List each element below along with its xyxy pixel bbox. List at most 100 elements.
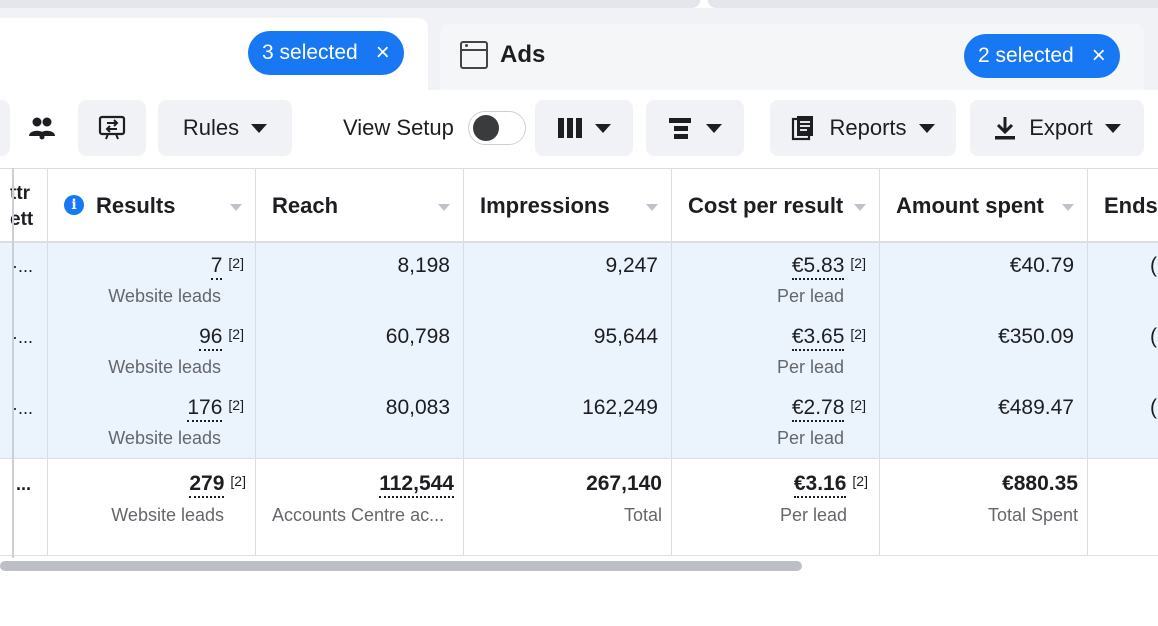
column-cell <box>1088 459 1158 555</box>
total-spent-value: €880.35 <box>1002 472 1078 495</box>
selected-count-label: 2 selected <box>978 44 1074 67</box>
columns-icon <box>558 118 582 138</box>
sort-caret-icon[interactable] <box>438 204 450 211</box>
chevron-down-icon <box>1104 123 1121 133</box>
spent-value: €40.79 <box>1009 254 1074 277</box>
view-setup-toggle[interactable] <box>467 111 526 145</box>
rules-label: Rules <box>182 115 240 140</box>
selected-count-label: 3 selected <box>262 41 358 64</box>
cost-header-label: Cost per result <box>688 193 844 218</box>
results-value[interactable]: 7 [2] <box>210 254 244 280</box>
cost-subtitle: Per lead <box>776 428 844 448</box>
close-icon[interactable]: × <box>376 41 390 65</box>
column-header-impressions[interactable]: Impressions <box>464 169 672 241</box>
selected-rows-block <box>0 243 1158 458</box>
impressions-value: 95,644 <box>593 325 658 348</box>
cost-value[interactable]: €3.65 [2] <box>791 325 866 351</box>
reach-value: 80,083 <box>385 396 450 419</box>
column-header-results[interactable]: i Results <box>48 169 256 241</box>
top-panel-edge <box>0 0 700 8</box>
sort-caret-icon[interactable] <box>230 204 242 211</box>
cost-value[interactable]: €5.83 [2] <box>791 254 866 280</box>
breakdown-button[interactable] <box>646 100 744 156</box>
row-ellipsis: ·... <box>12 327 33 347</box>
columns-button[interactable] <box>535 100 633 156</box>
reach-value: 60,798 <box>385 325 450 348</box>
chevron-down-icon <box>251 123 268 133</box>
spent-value: €489.47 <box>998 396 1074 419</box>
impressions-header-label: Impressions <box>480 193 610 218</box>
close-icon[interactable]: × <box>1092 44 1106 68</box>
download-icon <box>995 117 1016 140</box>
total-reach-value[interactable]: 112,544 <box>379 472 454 498</box>
reports-label: Reports <box>829 115 907 140</box>
reach-value: 8,198 <box>397 254 450 277</box>
impressions-value: 9,247 <box>605 254 658 277</box>
column-header-reach[interactable]: Reach <box>256 169 464 241</box>
ends-value: ( <box>1150 325 1157 348</box>
reports-icon <box>792 116 814 141</box>
chevron-down-icon <box>595 123 611 133</box>
export-label: Export <box>1029 115 1093 140</box>
impressions-value: 162,249 <box>582 396 658 419</box>
results-subtitle: Website leads <box>108 286 221 306</box>
total-impressions-value: 267,140 <box>586 472 662 495</box>
export-button[interactable]: Export <box>970 100 1144 156</box>
total-cost-subtitle: Per lead <box>779 505 847 525</box>
results-subtitle: Website leads <box>108 428 221 448</box>
compare-icon <box>98 115 126 140</box>
total-results-subtitle: Website leads <box>111 505 224 525</box>
row-ellipsis: ·... <box>12 256 33 276</box>
cost-value[interactable]: €2.78 [2] <box>791 396 866 422</box>
total-cost-value[interactable]: €3.16 [2] <box>793 472 868 498</box>
column-header-amount-spent[interactable]: Amount spent <box>880 169 1088 241</box>
ends-value: ( <box>1150 254 1157 277</box>
results-header-label: Results <box>96 193 176 218</box>
total-ellipsis: ... <box>16 474 32 494</box>
cost-subtitle: Per lead <box>776 357 844 377</box>
ads-tab-label: Ads <box>500 41 546 68</box>
horizontal-scrollbar[interactable] <box>0 561 802 571</box>
breakdown-icon <box>669 118 691 139</box>
column-header-cost-per-result[interactable]: Cost per result <box>672 169 880 241</box>
spent-header-label: Amount spent <box>896 193 1044 218</box>
audience-button[interactable] <box>12 100 72 156</box>
row-ellipsis: ·... <box>12 398 33 418</box>
toolbar-button-partial[interactable] <box>0 100 10 156</box>
column-cell <box>1088 243 1158 458</box>
total-reach-subtitle: Accounts Centre ac... <box>272 505 445 525</box>
info-icon[interactable]: i <box>64 195 84 215</box>
sort-caret-icon[interactable] <box>646 204 658 211</box>
column-header-ends[interactable]: Ends <box>1088 169 1158 241</box>
rules-button[interactable]: Rules <box>158 100 292 156</box>
spent-value: €350.09 <box>998 325 1074 348</box>
total-results-value[interactable]: 279 [2] <box>189 472 246 498</box>
view-setup-control[interactable]: View Setup <box>343 100 526 156</box>
cost-subtitle: Per lead <box>776 286 844 306</box>
view-setup-label: View Setup <box>343 115 454 140</box>
results-subtitle: Website leads <box>108 357 221 377</box>
total-impressions-subtitle: Total <box>623 505 662 525</box>
total-spent-subtitle: Total Spent <box>987 505 1078 525</box>
table-header: ttr ett i Results Reach Impressions Cost… <box>0 168 1158 243</box>
frozen-column-divider <box>12 168 14 558</box>
results-value[interactable]: 176 [2] <box>187 396 244 422</box>
compare-button[interactable] <box>78 100 146 156</box>
reach-header-label: Reach <box>272 193 339 218</box>
ends-value: ( <box>1150 396 1157 419</box>
chevron-down-icon <box>706 123 722 133</box>
chevron-down-icon <box>918 123 935 133</box>
ads-tab-title[interactable]: Ads <box>460 38 545 72</box>
ads-selected-pill[interactable]: 2 selected × <box>964 34 1120 78</box>
ends-header-label: Ends <box>1104 193 1158 218</box>
ad-frame-icon <box>460 41 488 69</box>
top-panel-edge-right <box>708 0 1158 8</box>
toolbar: Rules Reports Export <box>0 90 1158 168</box>
sort-caret-icon[interactable] <box>1062 204 1074 211</box>
reports-button[interactable]: Reports <box>770 100 956 156</box>
results-value[interactable]: 96 [2] <box>199 325 244 351</box>
ad-sets-selected-pill[interactable]: 3 selected × <box>248 31 404 75</box>
sort-caret-icon[interactable] <box>854 204 866 211</box>
column-header-attribution[interactable]: ttr ett <box>0 169 48 241</box>
people-icon <box>29 117 55 140</box>
